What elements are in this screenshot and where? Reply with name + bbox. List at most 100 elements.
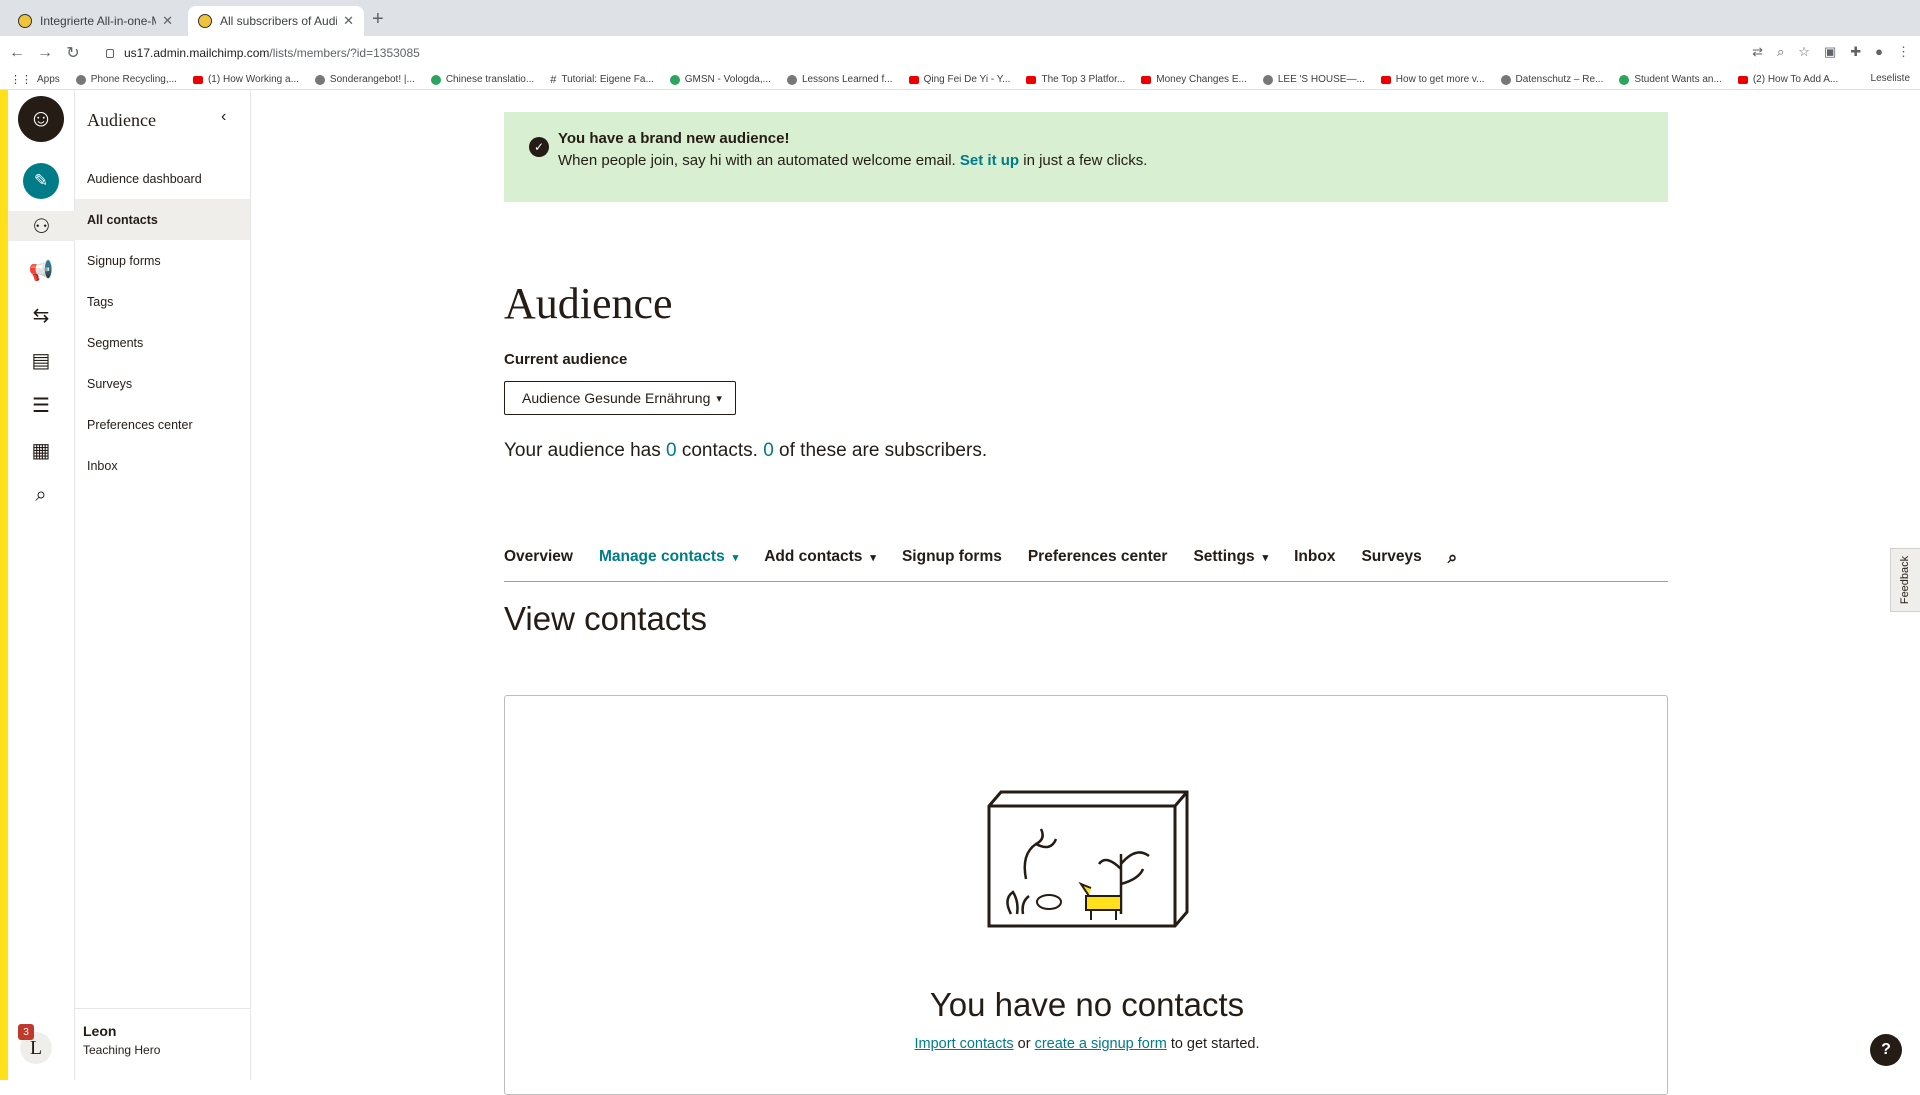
bookmark-item[interactable]: Sonderangebot! |... bbox=[314, 74, 415, 85]
search-icon[interactable]: ⌕ bbox=[24, 480, 58, 510]
account-profile[interactable]: Leon Teaching Hero bbox=[75, 1008, 250, 1071]
user-name: Leon bbox=[83, 1023, 117, 1039]
bookmark-item[interactable]: Qing Fei De Yi - Y... bbox=[908, 74, 1010, 85]
audience-summary: Your audience has 0 contacts. 0 of these… bbox=[504, 440, 988, 461]
tab-surveys[interactable]: Surveys bbox=[1361, 548, 1421, 566]
address-bar-actions: ⇄ ⌕ ☆ ▣ ✚ ● ⋮ bbox=[1752, 44, 1910, 60]
star-icon[interactable]: ☆ bbox=[1798, 44, 1810, 60]
content-studio-icon[interactable]: ☰ bbox=[24, 390, 58, 420]
youtube-icon bbox=[1141, 75, 1152, 84]
website-icon[interactable]: ▤ bbox=[24, 345, 58, 375]
new-tab-icon[interactable]: + bbox=[372, 8, 384, 31]
collapse-chevron-left-icon[interactable]: ‹ bbox=[221, 108, 226, 126]
sidenav-item-segments[interactable]: Segments bbox=[75, 322, 250, 363]
bookmark-item[interactable]: GMSN - Vologda,... bbox=[669, 74, 771, 85]
empty-state-title: You have no contacts bbox=[929, 986, 1245, 1023]
bookmarks-bar: ⋮⋮ Apps Phone Recycling,... (1) How Worki… bbox=[0, 70, 1920, 90]
airbnb-icon bbox=[1262, 74, 1273, 85]
bookmark-item[interactable]: The Top 3 Platfor... bbox=[1026, 74, 1125, 85]
back-icon[interactable]: ← bbox=[6, 44, 28, 62]
sidenav-item-audience-dashboard[interactable]: Audience dashboard bbox=[75, 158, 250, 199]
bookmark-item[interactable]: Lessons Learned f... bbox=[786, 74, 893, 85]
bookmark-favicon-icon bbox=[1500, 74, 1511, 85]
puzzle-icon[interactable]: ✚ bbox=[1850, 44, 1861, 60]
browser-tabbar: Integrierte All-in-one-Marketin ✕ All su… bbox=[0, 0, 1920, 36]
search-icon[interactable]: ⌕ bbox=[1448, 548, 1458, 568]
banner-body: When people join, say hi with an automat… bbox=[558, 152, 1148, 169]
translate-icon[interactable]: ⇄ bbox=[1752, 44, 1763, 60]
empty-state-card: You have no contacts Import contacts or … bbox=[504, 695, 1668, 1095]
bookmark-favicon-icon bbox=[430, 74, 441, 85]
address-bar: ← → ↻ us17.admin.mailchimp.com/lists/mem… bbox=[0, 36, 1920, 70]
url-host: us17.admin.mailchimp.com bbox=[124, 46, 270, 60]
reload-icon[interactable]: ↻ bbox=[62, 43, 84, 63]
tab-signup-forms[interactable]: Signup forms bbox=[902, 548, 1002, 566]
campaigns-megaphone-icon[interactable]: 📢 bbox=[24, 255, 58, 285]
zoom-icon[interactable]: ⌕ bbox=[1777, 44, 1784, 60]
bookmark-favicon-icon bbox=[669, 74, 680, 85]
sidenav-item-tags[interactable]: Tags bbox=[75, 281, 250, 322]
icon-rail: ☺ ✎ ⚇ 📢 ⇆ ▤ ☰ ▦ ⌕ L 3 bbox=[8, 90, 75, 1080]
current-audience-select[interactable]: Audience Gesunde Ernährung ▾ bbox=[504, 381, 736, 415]
browser-tab-mailchimp-home[interactable]: Integrierte All-in-one-Marketin ✕ bbox=[8, 6, 183, 36]
bookmark-item[interactable]: How to get more v... bbox=[1380, 74, 1485, 85]
create-pencil-icon[interactable]: ✎ bbox=[23, 163, 59, 199]
tab-settings[interactable]: Settings ▾ bbox=[1193, 548, 1268, 566]
bookmark-item[interactable]: (1) How Working a... bbox=[192, 74, 299, 85]
sidenav-item-signup-forms[interactable]: Signup forms bbox=[75, 240, 250, 281]
tab-add-contacts[interactable]: Add contacts ▾ bbox=[764, 548, 876, 566]
bookmark-favicon-icon bbox=[314, 74, 325, 85]
mailchimp-favicon-icon bbox=[18, 14, 32, 28]
bookmark-item[interactable]: Money Changes E... bbox=[1141, 74, 1247, 85]
bookmark-apps[interactable]: ⋮⋮ Apps bbox=[10, 73, 60, 86]
apps-grid-icon: ⋮⋮ bbox=[10, 74, 32, 86]
empty-state-subtitle: Import contacts or create a signup form … bbox=[914, 1036, 1260, 1052]
chevron-down-icon: ▾ bbox=[870, 551, 876, 564]
url-path: /lists/members/?id=1353085 bbox=[269, 46, 420, 60]
mailchimp-favicon-icon bbox=[198, 14, 212, 28]
menu-icon[interactable]: ⋮ bbox=[1897, 44, 1910, 60]
close-icon[interactable]: ✕ bbox=[162, 13, 173, 29]
youtube-icon bbox=[908, 75, 919, 84]
extension-icon[interactable]: ▣ bbox=[1824, 44, 1836, 60]
set-it-up-link[interactable]: Set it up bbox=[960, 152, 1019, 169]
reading-list[interactable]: Leseliste bbox=[1871, 73, 1910, 84]
tab-inbox[interactable]: Inbox bbox=[1294, 548, 1335, 566]
contacts-count-link[interactable]: 0 bbox=[666, 440, 677, 461]
close-icon[interactable]: ✕ bbox=[343, 13, 354, 29]
url-field[interactable]: us17.admin.mailchimp.com/lists/members/?… bbox=[106, 46, 420, 60]
bookmark-item[interactable]: (2) How To Add A... bbox=[1737, 74, 1838, 85]
feedback-tab[interactable]: Feedback bbox=[1890, 548, 1920, 612]
create-signup-form-link[interactable]: create a signup form bbox=[1035, 1036, 1167, 1052]
tab-preferences-center[interactable]: Preferences center bbox=[1028, 548, 1168, 566]
sidenav-item-inbox[interactable]: Inbox bbox=[75, 445, 250, 486]
bookmark-item[interactable]: Datenschutz – Re... bbox=[1500, 74, 1603, 85]
integrations-grid-icon[interactable]: ▦ bbox=[24, 435, 58, 465]
help-button[interactable]: ? bbox=[1870, 1034, 1902, 1066]
tab-overview[interactable]: Overview bbox=[504, 548, 573, 566]
profile-icon[interactable]: ● bbox=[1875, 44, 1883, 60]
sidenav-item-all-contacts[interactable]: All contacts bbox=[75, 199, 250, 240]
browser-tab-all-subscribers[interactable]: All subscribers of Audience Ge ✕ bbox=[188, 6, 364, 36]
bookmark-item[interactable]: Phone Recycling,... bbox=[75, 74, 177, 85]
sidenav-item-preferences-center[interactable]: Preferences center bbox=[75, 404, 250, 445]
forward-icon[interactable]: → bbox=[34, 44, 56, 62]
automations-icon[interactable]: ⇆ bbox=[24, 300, 58, 330]
audience-icon[interactable]: ⚇ bbox=[8, 211, 75, 241]
mailchimp-logo-icon[interactable]: ☺ bbox=[18, 96, 64, 142]
section-title: View contacts bbox=[504, 600, 707, 637]
tab-title: All subscribers of Audience Ge bbox=[220, 14, 338, 28]
current-audience-value: Audience Gesunde Ernährung bbox=[522, 390, 711, 406]
bookmark-item[interactable]: # Tutorial: Eigene Fa... bbox=[550, 74, 654, 86]
import-contacts-link[interactable]: Import contacts bbox=[915, 1036, 1014, 1052]
bookmark-item[interactable]: Chinese translatio... bbox=[430, 74, 534, 85]
bookmark-favicon-icon bbox=[75, 74, 86, 85]
bookmark-item[interactable]: LEE 'S HOUSE—... bbox=[1262, 74, 1365, 85]
subscribers-count-link[interactable]: 0 bbox=[763, 440, 774, 461]
tab-manage-contacts[interactable]: Manage contacts ▾ bbox=[599, 548, 738, 566]
bookmark-favicon-icon bbox=[1619, 74, 1630, 85]
youtube-icon bbox=[192, 75, 203, 84]
hash-icon: # bbox=[550, 73, 557, 86]
sidenav-item-surveys[interactable]: Surveys bbox=[75, 363, 250, 404]
bookmark-item[interactable]: Student Wants an... bbox=[1619, 74, 1722, 85]
